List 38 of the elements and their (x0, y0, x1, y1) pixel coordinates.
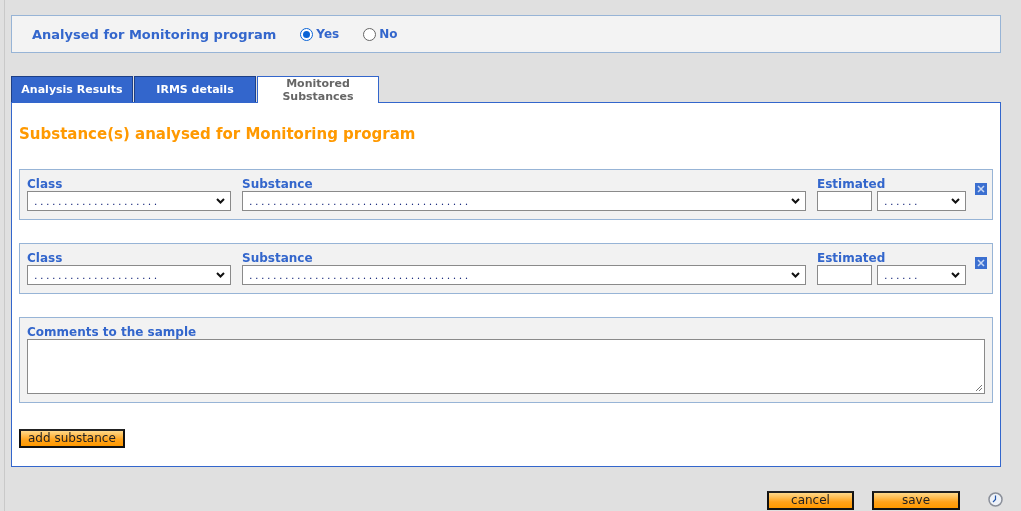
question-label: Analysed for Monitoring program (32, 26, 277, 42)
delete-icon[interactable] (975, 257, 987, 269)
radio-button[interactable] (363, 27, 377, 41)
tab[interactable]: Monitored Substances (257, 76, 379, 103)
section-title: Substance(s) analysed for Monitoring program (19, 125, 417, 143)
estimated-field[interactable] (817, 265, 872, 285)
save-button[interactable]: save (872, 491, 960, 510)
radio-label: No (379, 27, 398, 41)
field-label: Estimated (817, 177, 887, 191)
caret-icon (216, 272, 225, 278)
unit-dropdown[interactable]: . . . . . . (877, 191, 966, 211)
field-label: Substance (242, 177, 314, 191)
substance-dropdown[interactable]: . . . . . . . . . . . . . . . . . . . . . . . . . . . . . . . . . . . . . (242, 265, 806, 285)
class-dropdown[interactable]: . . . . . . . . . . . . . . . . . . . . . (27, 191, 231, 211)
caret-icon (951, 198, 960, 204)
add-substance-button[interactable]: add substance (19, 429, 125, 448)
delete-icon[interactable] (975, 183, 987, 195)
field-label: Comments to the sample (27, 325, 198, 339)
tab[interactable]: Analysis Results (11, 76, 133, 102)
field-label: Estimated (817, 251, 887, 265)
class-dropdown[interactable]: . . . . . . . . . . . . . . . . . . . . . (27, 265, 231, 285)
substance-dropdown[interactable]: . . . . . . . . . . . . . . . . . . . . . . . . . . . . . . . . . . . . . (242, 191, 806, 211)
tab[interactable]: IRMS details (134, 76, 256, 102)
caret-icon (216, 198, 225, 204)
cancel-button[interactable]: cancel (767, 491, 854, 510)
clock-icon[interactable] (988, 492, 1003, 507)
unit-dropdown[interactable]: . . . . . . (877, 265, 966, 285)
estimated-field[interactable] (817, 191, 872, 211)
field-label: Substance (242, 251, 314, 265)
caret-icon (791, 198, 800, 204)
caret-icon (791, 272, 800, 278)
comments-field[interactable] (27, 339, 985, 394)
radio-label: Yes (316, 27, 340, 41)
field-label: Class (27, 177, 64, 191)
radio-button[interactable] (300, 27, 314, 41)
resize-grip-icon[interactable] (974, 383, 983, 392)
field-label: Class (27, 251, 64, 265)
caret-icon (951, 272, 960, 278)
